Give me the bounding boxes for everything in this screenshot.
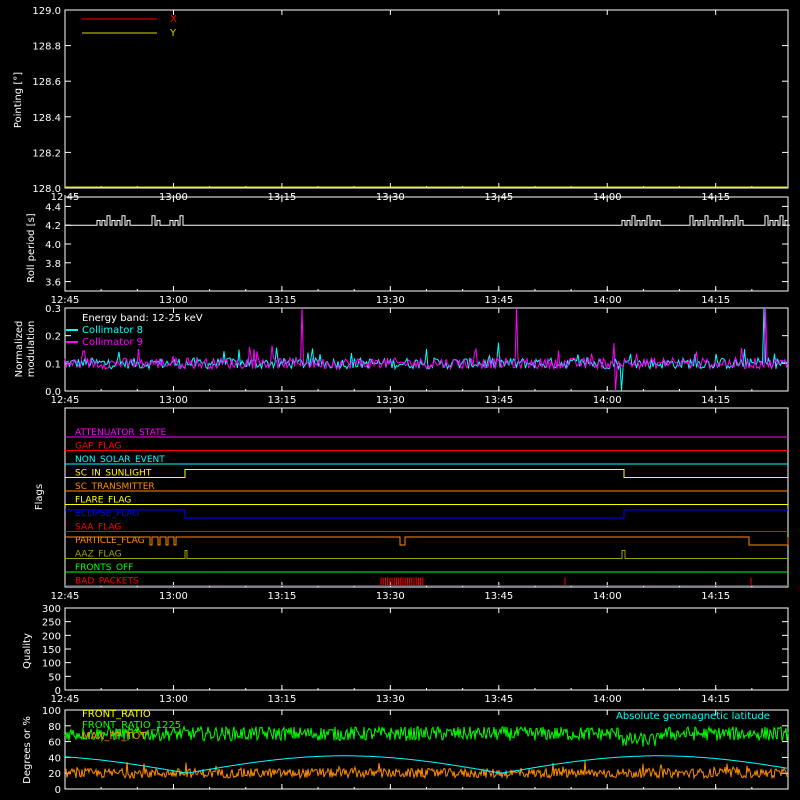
ratios-ytick-label: 100 xyxy=(42,706,61,717)
modulation-xtick-label: 14:00 xyxy=(593,395,622,406)
legend-x-label: X xyxy=(170,14,177,25)
legend-collimator8: Collimator 8 xyxy=(82,325,143,336)
quality-xtick-label: 14:15 xyxy=(701,694,730,705)
modulation-xtick-label: 13:30 xyxy=(376,395,405,406)
roll-xtick-label: 13:15 xyxy=(267,295,296,306)
modulation-xtick-label: 13:15 xyxy=(267,395,296,406)
ylabel-roll: Roll period [s] xyxy=(26,213,37,282)
pointing-ytick-label: 128.0 xyxy=(32,184,61,195)
quality-ytick-label: 200 xyxy=(42,631,61,642)
ylabel-pointing: Pointing [°] xyxy=(13,72,24,128)
roll-xtick-label: 13:30 xyxy=(376,295,405,306)
pointing-ytick-label: 129.0 xyxy=(32,6,61,17)
ylabel-ratios: Degrees or % xyxy=(22,716,33,784)
flags-xtick-label: 13:00 xyxy=(159,591,188,602)
ylabel-quality: Quality xyxy=(22,633,33,669)
quality-ytick-label: 150 xyxy=(42,645,61,656)
geomag-annotation: Absolute geomagnetic latitude xyxy=(616,711,770,722)
pointing-ytick-label: 128.6 xyxy=(32,77,61,88)
modulation-xtick-label: 13:00 xyxy=(159,395,188,406)
roll-ytick-label: 3.8 xyxy=(45,259,61,270)
legend-collimator9: Collimator 9 xyxy=(82,337,143,348)
flags-xtick-label: 12:45 xyxy=(51,591,80,602)
ylabel-flags: Flags xyxy=(34,484,45,510)
modulation-ytick-label: 0.1 xyxy=(45,359,61,370)
quality-ytick-label: 250 xyxy=(42,618,61,629)
pointing-ytick-label: 128.4 xyxy=(32,113,61,124)
legend-front-ratio-1225: FRONT_RATIO_1225 xyxy=(82,720,181,731)
modulation-energy-annotation: Energy band: 12-25 keV xyxy=(82,313,203,324)
modulation-xtick-label: 14:15 xyxy=(701,395,730,406)
roll-xtick-label: 13:45 xyxy=(484,295,513,306)
roll-ytick-label: 4.2 xyxy=(45,221,61,232)
ratios-ytick-label: 20 xyxy=(48,769,61,780)
quality-ytick-label: 0 xyxy=(55,686,61,697)
quality-xtick-label: 13:30 xyxy=(376,694,405,705)
quality-ytick-label: 300 xyxy=(42,604,61,615)
roll-ytick-label: 4.4 xyxy=(45,202,61,213)
ylabel-modulation-1: Normalized xyxy=(14,321,25,378)
quality-xtick-label: 13:15 xyxy=(267,694,296,705)
pointing-ytick-label: 128.8 xyxy=(32,42,61,53)
flags-xtick-label: 13:30 xyxy=(376,591,405,602)
legend-max-pp-tot: MAX_PP_TOT xyxy=(82,731,147,742)
ratios-ytick-label: 80 xyxy=(48,722,61,733)
roll-ytick-label: 4.0 xyxy=(45,240,61,251)
flags-xtick-label: 13:15 xyxy=(267,591,296,602)
modulation-xtick-label: 13:45 xyxy=(484,395,513,406)
ratios-ytick-label: 0 xyxy=(55,785,61,796)
flags-xtick-label: 14:15 xyxy=(701,591,730,602)
modulation-ytick-label: 0.3 xyxy=(45,304,61,315)
hessi-quicklook-chart: 12:45 13:00 13:15 13:30 13:45 14:00 14:15 128.0… xyxy=(0,0,800,800)
ylabel-modulation-2: modulation xyxy=(26,321,37,378)
pointing-ytick-label: 128.2 xyxy=(32,148,61,159)
flags-xtick-label: 14:00 xyxy=(593,591,622,602)
quality-xtick-label: 13:00 xyxy=(159,694,188,705)
modulation-ytick-label: 0.0 xyxy=(45,387,61,398)
modulation-ytick-label: 0.2 xyxy=(45,332,61,343)
ratios-ytick-label: 60 xyxy=(48,738,61,749)
roll-ytick-label: 3.6 xyxy=(45,278,61,289)
quality-ytick-label: 100 xyxy=(42,659,61,670)
quality-ytick-label: 50 xyxy=(48,672,61,683)
roll-xtick-label: 13:00 xyxy=(159,295,188,306)
quality-xtick-label: 13:45 xyxy=(484,694,513,705)
legend-front-ratio: FRONT_RATIO xyxy=(82,709,151,720)
roll-xtick-label: 14:15 xyxy=(701,295,730,306)
quality-xtick-label: 14:00 xyxy=(593,694,622,705)
flags-xtick-label: 13:45 xyxy=(484,591,513,602)
roll-xtick-label: 14:00 xyxy=(593,295,622,306)
legend-y-label: Y xyxy=(169,28,177,39)
ratios-ytick-label: 40 xyxy=(48,753,61,764)
